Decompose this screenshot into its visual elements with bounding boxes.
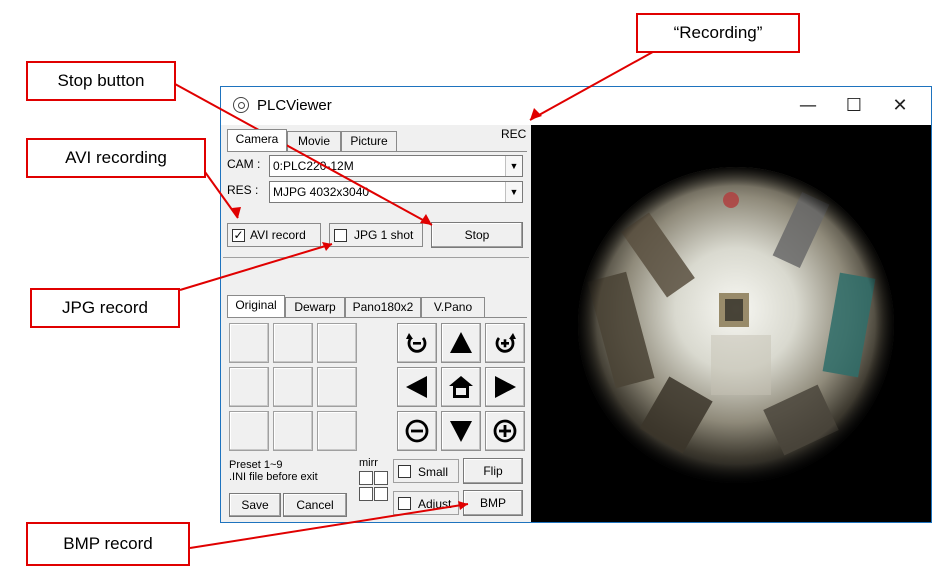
arrow-right-icon: [495, 376, 516, 398]
adjust-checkbox[interactable]: [398, 497, 411, 510]
arrow-down-icon: [450, 421, 472, 442]
cancel-button[interactable]: Cancel: [283, 493, 347, 517]
adjust-label: Adjust: [418, 497, 452, 511]
mirror-toggle-3[interactable]: [359, 487, 373, 501]
preset-slot-3[interactable]: [317, 323, 357, 363]
tab-vpano[interactable]: V.Pano: [421, 297, 485, 317]
zoom-in-button[interactable]: [485, 411, 525, 451]
title-bar[interactable]: PLCViewer — ☐ ✕: [221, 87, 931, 125]
rotate-cw-button[interactable]: [485, 323, 525, 363]
callout-recording: “Recording”: [636, 13, 800, 53]
video-preview[interactable]: [531, 125, 931, 522]
stop-button[interactable]: Stop: [431, 222, 523, 248]
preset-ini-hint: .INI file before exit: [229, 471, 318, 483]
arrow-left-icon: [406, 376, 427, 398]
minimize-button[interactable]: —: [785, 87, 831, 125]
rotate-ccw-icon: [406, 333, 427, 353]
pan-left-button[interactable]: [397, 367, 437, 407]
callout-bmp-record: BMP record: [26, 522, 190, 566]
mirror-toggle-1[interactable]: [359, 471, 373, 485]
preset-slot-6[interactable]: [317, 367, 357, 407]
fisheye-camera-image: [578, 167, 894, 483]
avi-record-checkbox[interactable]: ✓: [232, 229, 245, 242]
jpg-shot-label: JPG 1 shot: [354, 228, 414, 242]
tab-original[interactable]: Original: [227, 295, 285, 317]
callout-avi-recording: AVI recording: [26, 138, 206, 178]
mirror-toggle-2[interactable]: [374, 471, 388, 485]
close-button[interactable]: ✕: [877, 87, 923, 125]
maximize-button[interactable]: ☐: [831, 87, 877, 125]
section-divider: [223, 257, 529, 259]
chevron-down-icon[interactable]: ▼: [505, 182, 522, 202]
camera-app-icon: [233, 97, 249, 113]
tab-camera[interactable]: Camera: [227, 129, 287, 151]
preset-slot-1[interactable]: [229, 323, 269, 363]
home-icon: [449, 376, 473, 398]
tab-divider: [227, 317, 527, 318]
plcviewer-window: PLCViewer — ☐ ✕ Camera Movie Picture REC…: [220, 86, 932, 523]
tab-picture[interactable]: Picture: [341, 131, 397, 151]
chevron-down-icon[interactable]: ▼: [505, 156, 522, 176]
zoom-out-icon: [405, 419, 429, 443]
preset-slot-7[interactable]: [229, 411, 269, 451]
small-label: Small: [418, 465, 449, 479]
preset-slot-5[interactable]: [273, 367, 313, 407]
cam-label: CAM :: [227, 157, 261, 171]
preset-slot-8[interactable]: [273, 411, 313, 451]
preset-slot-2[interactable]: [273, 323, 313, 363]
pan-right-button[interactable]: [485, 367, 525, 407]
preset-slot-4[interactable]: [229, 367, 269, 407]
mirror-label: mirr: [359, 457, 378, 469]
avi-record-label: AVI record: [250, 228, 306, 242]
tab-movie[interactable]: Movie: [287, 131, 341, 151]
control-panel: Camera Movie Picture REC CAM : 0:PLC220-…: [221, 125, 531, 522]
cam-select[interactable]: 0:PLC220-12M ▼: [269, 155, 523, 177]
small-checkbox[interactable]: [398, 465, 411, 478]
tab-dewarp[interactable]: Dewarp: [285, 297, 345, 317]
zoom-out-button[interactable]: [397, 411, 437, 451]
rotate-ccw-button[interactable]: [397, 323, 437, 363]
bmp-button[interactable]: BMP: [463, 490, 523, 516]
rec-indicator: REC: [501, 127, 527, 141]
preset-info: Preset 1~9: [229, 459, 283, 471]
callout-stop-button: Stop button: [26, 61, 176, 101]
tilt-up-button[interactable]: [441, 323, 481, 363]
small-option-group[interactable]: Small: [393, 459, 459, 483]
res-select-value: MJPG 4032x3040: [273, 185, 370, 199]
tilt-down-button[interactable]: [441, 411, 481, 451]
arrow-up-icon: [450, 332, 472, 353]
res-select[interactable]: MJPG 4032x3040 ▼: [269, 181, 523, 203]
jpg-shot-checkbox[interactable]: [334, 229, 347, 242]
avi-record-group[interactable]: ✓ AVI record: [227, 223, 321, 247]
preset-slot-9[interactable]: [317, 411, 357, 451]
res-label: RES :: [227, 183, 259, 197]
callout-jpg-record: JPG record: [30, 288, 180, 328]
window-title: PLCViewer: [257, 97, 332, 114]
home-button[interactable]: [441, 367, 481, 407]
flip-button[interactable]: Flip: [463, 458, 523, 484]
cam-select-value: 0:PLC220-12M: [273, 159, 354, 173]
rotate-cw-icon: [495, 333, 516, 353]
zoom-in-icon: [493, 419, 517, 443]
mirror-toggle-4[interactable]: [374, 487, 388, 501]
tab-divider: [227, 151, 527, 152]
jpg-shot-group[interactable]: JPG 1 shot: [329, 223, 423, 247]
tab-pano180x2[interactable]: Pano180x2: [345, 297, 421, 317]
save-button[interactable]: Save: [229, 493, 281, 517]
adjust-option-group[interactable]: Adjust: [393, 491, 459, 515]
